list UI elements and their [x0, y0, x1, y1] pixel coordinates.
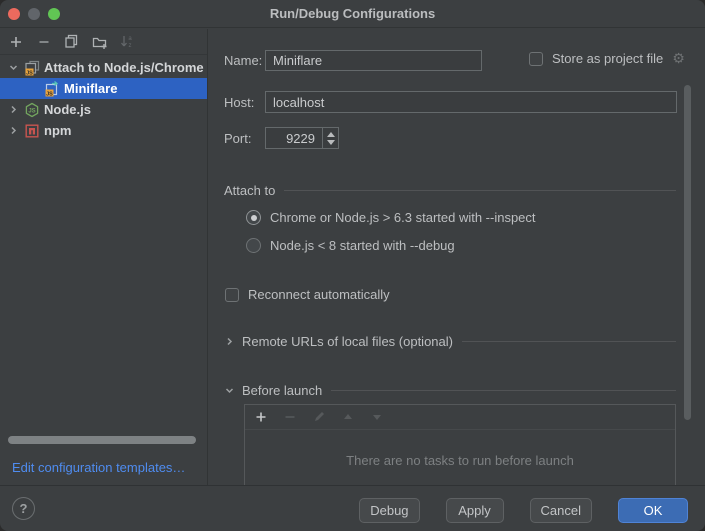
minimize-window-button: [28, 8, 40, 20]
help-button[interactable]: ?: [12, 497, 35, 520]
separator-line: [462, 341, 676, 342]
ok-button[interactable]: OK: [618, 498, 688, 523]
name-input[interactable]: [265, 50, 482, 71]
add-icon[interactable]: [254, 410, 268, 424]
tree-item-label: npm: [44, 123, 71, 138]
before-launch-task-list: There are no tasks to run before launch: [244, 404, 676, 486]
tree-item-label: Miniflare: [64, 81, 117, 96]
before-launch-title: Before launch: [242, 383, 322, 398]
reconnect-automatically-checkbox[interactable]: [225, 288, 239, 302]
tree-item-miniflare[interactable]: JS Miniflare: [0, 78, 207, 99]
attach-nodejs-chrome-icon: JS: [23, 60, 40, 76]
copy-icon[interactable]: [63, 33, 80, 50]
dialog-title: Run/Debug Configurations: [270, 6, 435, 21]
before-launch-empty-text: There are no tasks to run before launch: [245, 453, 675, 468]
sidebar-horizontal-scrollbar[interactable]: [8, 436, 196, 444]
tree-item-nodejs[interactable]: JS Node.js: [0, 99, 207, 120]
move-down-icon: [370, 410, 384, 424]
separator-line: [331, 390, 676, 391]
attach-run-config-icon: JS: [43, 81, 60, 97]
edit-icon: [312, 410, 326, 424]
gear-icon[interactable]: ⚙: [672, 52, 685, 66]
chevron-down-icon[interactable]: [6, 62, 20, 73]
port-label: Port:: [224, 131, 251, 146]
before-launch-section-header[interactable]: Before launch: [224, 383, 676, 398]
svg-text:JS: JS: [26, 70, 33, 76]
svg-text:a: a: [128, 36, 132, 42]
svg-text:JS: JS: [28, 108, 35, 114]
host-input[interactable]: [265, 91, 677, 113]
store-as-project-file-checkbox[interactable]: [529, 52, 543, 66]
cancel-button[interactable]: Cancel: [530, 498, 592, 523]
sort-alphabetically-icon: az: [119, 33, 136, 50]
host-label: Host:: [224, 95, 254, 110]
chevron-down-icon[interactable]: [224, 385, 235, 396]
debug-button[interactable]: Debug: [359, 498, 419, 523]
close-window-button[interactable]: [8, 8, 20, 20]
chevron-right-icon[interactable]: [6, 104, 20, 115]
remote-urls-section-header[interactable]: Remote URLs of local files (optional): [224, 334, 676, 349]
attach-to-title: Attach to: [224, 183, 275, 198]
remote-urls-title: Remote URLs of local files (optional): [242, 334, 453, 349]
attach-to-section-header: Attach to: [224, 183, 676, 198]
footer-buttons: Debug Apply Cancel OK: [359, 498, 688, 523]
attach-option-debug[interactable]: Node.js < 8 started with --debug: [246, 238, 455, 253]
radio-unselected[interactable]: [246, 238, 261, 253]
svg-text:JS: JS: [46, 91, 53, 97]
question-mark-icon: ?: [20, 501, 28, 516]
attach-option-inspect[interactable]: Chrome or Node.js > 6.3 started with --i…: [246, 210, 536, 225]
tree-item-attach-to-nodejs-chrome[interactable]: JS Attach to Node.js/Chrome: [0, 57, 207, 78]
radio-selected[interactable]: [246, 210, 261, 225]
spinner-up-icon[interactable]: [327, 132, 335, 137]
npm-icon: [23, 123, 40, 139]
configurations-sidebar: az JS Attach to Node.js/Chrome JS Minifl…: [0, 29, 208, 485]
zoom-window-button[interactable]: [48, 8, 60, 20]
edit-configuration-templates-link[interactable]: Edit configuration templates…: [12, 460, 185, 475]
store-as-project-file-label: Store as project file: [552, 51, 663, 66]
tree-item-npm[interactable]: npm: [0, 120, 207, 141]
svg-text:z: z: [129, 43, 132, 49]
move-up-icon: [341, 410, 355, 424]
configurations-tree: JS Attach to Node.js/Chrome JS Miniflare…: [0, 55, 207, 141]
before-launch-toolbar: [245, 405, 675, 430]
name-label: Name:: [224, 53, 262, 68]
spinner-down-icon[interactable]: [327, 140, 335, 145]
reconnect-automatically-label: Reconnect automatically: [248, 287, 390, 302]
nodejs-icon: JS: [23, 102, 40, 118]
radio-label: Node.js < 8 started with --debug: [270, 238, 455, 253]
titlebar: Run/Debug Configurations: [0, 0, 705, 28]
main-vertical-scrollbar[interactable]: [684, 85, 691, 420]
radio-label: Chrome or Node.js > 6.3 started with --i…: [270, 210, 536, 225]
sidebar-toolbar: az: [0, 29, 207, 55]
remove-icon: [283, 410, 297, 424]
run-debug-configurations-dialog: Run/Debug Configurations az: [0, 0, 705, 531]
reconnect-automatically-row[interactable]: Reconnect automatically: [225, 287, 390, 302]
port-stepper[interactable]: [322, 128, 338, 148]
remove-icon[interactable]: [35, 33, 52, 50]
tree-item-label: Node.js: [44, 102, 91, 117]
apply-button[interactable]: Apply: [446, 498, 504, 523]
chevron-right-icon[interactable]: [224, 336, 235, 347]
port-field: [265, 127, 339, 149]
chevron-right-icon[interactable]: [6, 125, 20, 136]
tree-item-label: Attach to Node.js/Chrome: [44, 60, 204, 75]
new-folder-icon[interactable]: [91, 33, 108, 50]
add-icon[interactable]: [7, 33, 24, 50]
port-input[interactable]: [266, 128, 322, 148]
store-as-project-file-row[interactable]: Store as project file ⚙: [529, 51, 685, 66]
dialog-footer: ? Debug Apply Cancel OK: [0, 485, 705, 531]
separator-line: [284, 190, 676, 191]
